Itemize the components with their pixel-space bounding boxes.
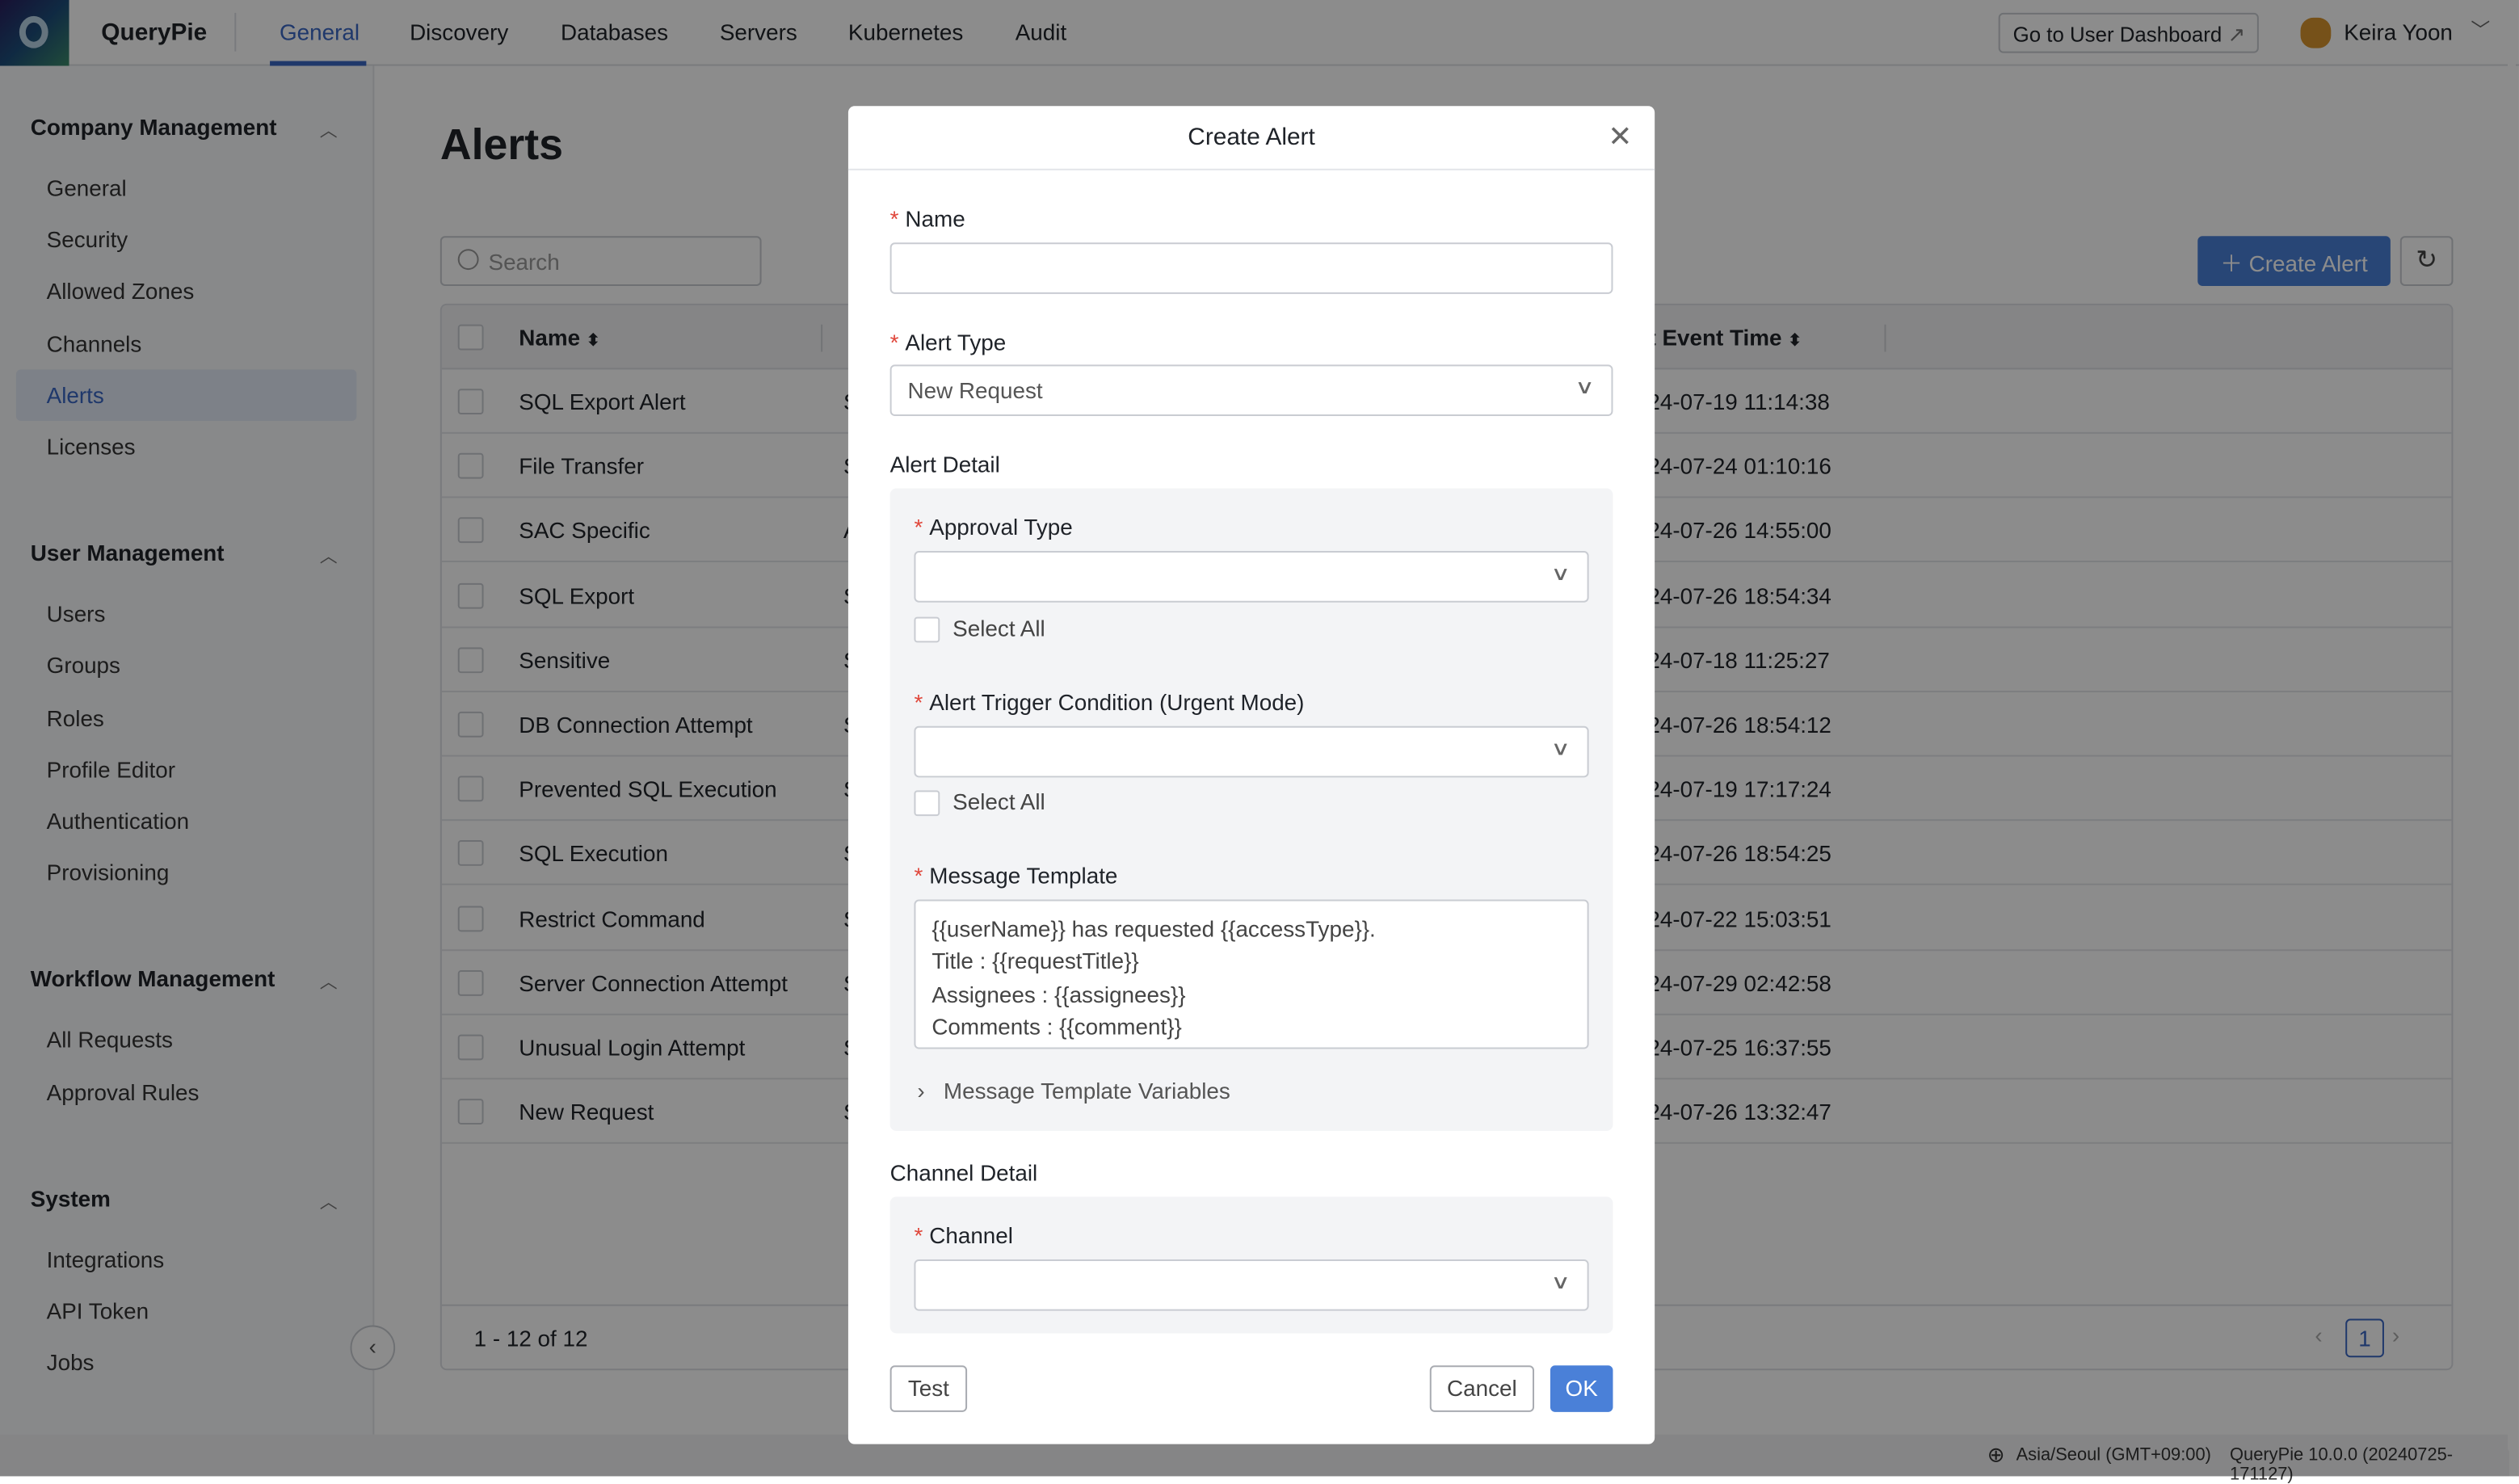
app-window: QueryPie General Discovery Databases Server… [0, 0, 2519, 1484]
channel-select[interactable]: ∨ [914, 1259, 1589, 1311]
approval-select-all-checkbox[interactable] [914, 616, 940, 643]
channel-detail-panel: * Channel ∨ [889, 1196, 1613, 1334]
close-icon[interactable]: ✕ [1608, 120, 1632, 154]
toggle-label: Message Template Variables [943, 1078, 1230, 1104]
create-alert-dialog: Create Alert ✕ * Name * Alert Type New Req… [847, 106, 1655, 1444]
dialog-title: Create Alert [1188, 124, 1315, 151]
select-all-label[interactable]: Select All [953, 616, 1045, 641]
chevron-down-icon: ∨ [1550, 1270, 1571, 1293]
channel-label: * Channel [914, 1222, 1013, 1249]
test-button[interactable]: Test [889, 1365, 968, 1412]
template-variables-toggle[interactable]: › Message Template Variables [917, 1078, 1230, 1104]
channel-detail-heading: Channel Detail [889, 1159, 1038, 1186]
select-all-label[interactable]: Select All [953, 788, 1045, 814]
ok-button[interactable]: OK [1550, 1365, 1613, 1412]
trigger-condition-select[interactable]: ∨ [914, 725, 1589, 778]
chevron-down-icon: ∨ [1550, 737, 1571, 760]
name-label: * Name [889, 205, 965, 232]
alert-detail-panel: * Approval Type ∨ Select All * Alert Trigg… [889, 488, 1613, 1131]
trigger-condition-label: * Alert Trigger Condition (Urgent Mode) [914, 689, 1305, 715]
approval-type-select[interactable]: ∨ [914, 551, 1589, 603]
name-input[interactable] [889, 242, 1613, 294]
alert-type-select[interactable]: New Request ∨ [889, 364, 1613, 417]
alert-type-label: * Alert Type [889, 329, 1007, 355]
selected-value: New Request [907, 377, 1043, 404]
chevron-down-icon: ∨ [1575, 376, 1596, 399]
cancel-button[interactable]: Cancel [1429, 1365, 1535, 1412]
chevron-right-icon: › [917, 1078, 925, 1104]
message-template-textarea[interactable]: {{userName}} has requested {{accessType}… [914, 899, 1589, 1049]
chevron-down-icon: ∨ [1550, 561, 1571, 585]
message-template-label: * Message Template [914, 862, 1118, 889]
approval-type-label: * Approval Type [914, 514, 1073, 540]
alert-detail-heading: Alert Detail [889, 451, 1000, 477]
dialog-header: Create Alert ✕ [847, 106, 1655, 170]
trigger-select-all-checkbox[interactable] [914, 790, 940, 817]
